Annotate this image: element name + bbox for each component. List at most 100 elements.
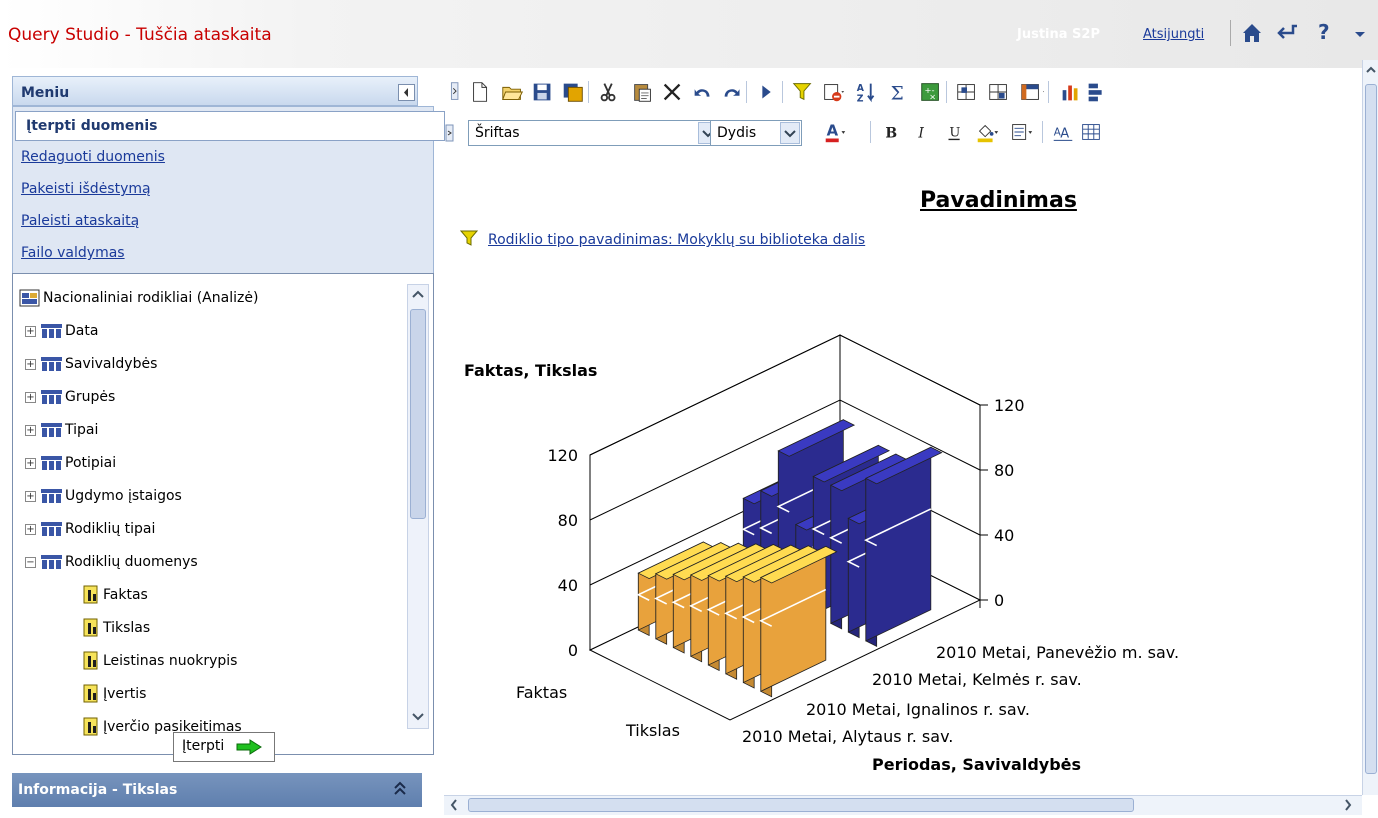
svg-text:U: U <box>949 126 960 141</box>
dimension-icon <box>41 356 62 372</box>
summarize-icon[interactable]: Σ <box>886 78 912 106</box>
left-axis-tick-label: 0 <box>568 641 578 660</box>
suppress-icon[interactable] <box>820 78 846 106</box>
measure-icon <box>83 585 101 605</box>
tree-item-label: Tipai <box>65 422 99 438</box>
expand-icon[interactable]: + <box>25 392 36 403</box>
save-as-icon[interactable] <box>560 78 586 106</box>
grid-icon[interactable] <box>1078 118 1104 146</box>
tree-item-label: Rodiklių duomenys <box>65 554 198 570</box>
underline-icon[interactable]: U <box>942 118 968 146</box>
insert-button[interactable]: Įterpti <box>173 732 275 762</box>
tree-item-label: Grupės <box>65 389 116 405</box>
layout-icon[interactable] <box>1084 78 1110 106</box>
expand-icon[interactable]: + <box>25 359 36 370</box>
dropdown-arrow-icon[interactable] <box>1350 20 1370 46</box>
horizontal-scroll-thumb[interactable] <box>468 798 1134 812</box>
save-icon[interactable] <box>530 78 556 106</box>
double-chevron-up-icon[interactable] <box>392 779 408 799</box>
toolbar-grip-icon <box>450 82 459 100</box>
tree-scroll-thumb[interactable] <box>410 309 426 519</box>
expand-icon[interactable]: + <box>25 524 36 535</box>
expand-icon[interactable]: + <box>25 458 36 469</box>
paste-icon[interactable] <box>630 78 656 106</box>
bold-icon[interactable]: B <box>878 118 904 146</box>
calculate-icon[interactable]: +-× <box>918 78 944 106</box>
app-header: Query Studio - Tuščia ataskaita Justina … <box>0 0 1378 68</box>
vertical-scroll-thumb[interactable] <box>1365 84 1377 774</box>
tree-item-label: Faktas <box>103 587 148 603</box>
report-horizontal-scrollbar[interactable] <box>444 795 1362 815</box>
filter-link[interactable]: Rodiklio tipo pavadinimas: Mokyklų su bi… <box>488 232 865 248</box>
sort-icon[interactable]: AZ <box>854 78 880 106</box>
home-icon[interactable] <box>1240 20 1264 46</box>
info-bar-title: Informacija - Tikslas <box>18 782 178 798</box>
dimension-icon <box>41 323 62 339</box>
menu-heading: Meniu <box>21 85 70 101</box>
chart-title: Faktas, Tikslas <box>464 361 597 380</box>
size-select-arrow[interactable] <box>780 122 800 144</box>
format-toolbar: Šriftas Dydis A B I U AA <box>444 118 1364 148</box>
scroll-left-icon[interactable] <box>444 796 464 814</box>
return-icon[interactable] <box>1276 20 1300 46</box>
filter-icon[interactable] <box>790 78 816 106</box>
ungroup-icon[interactable] <box>986 78 1012 106</box>
logout-link[interactable]: Atsijungti <box>1143 27 1204 42</box>
menu-item-edit-data[interactable]: Redaguoti duomenis <box>21 149 165 165</box>
toolbar-separator <box>782 81 783 103</box>
tree-item-label: Įvertis <box>103 686 147 702</box>
run-icon[interactable] <box>754 78 780 106</box>
new-report-icon[interactable] <box>468 78 494 106</box>
border-style-icon[interactable] <box>1008 118 1034 146</box>
tree-item-label: Potipiai <box>65 455 117 471</box>
scroll-right-icon[interactable] <box>1338 796 1358 814</box>
expand-icon[interactable]: + <box>25 425 36 436</box>
svg-text:?: ? <box>1318 20 1330 44</box>
font-color-icon[interactable]: A <box>822 118 848 146</box>
font-size-select-value: Dydis <box>717 125 757 141</box>
group-icon[interactable] <box>954 78 980 106</box>
measure-icon <box>83 717 101 737</box>
category-label: 2010 Metai, Alytaus r. sav. <box>742 727 953 746</box>
chevron-down-icon <box>784 130 796 138</box>
scroll-up-icon[interactable] <box>1363 60 1378 80</box>
delete-icon[interactable] <box>660 78 686 106</box>
info-bar[interactable]: Informacija - Tikslas <box>12 773 422 807</box>
report-vertical-scrollbar[interactable] <box>1362 60 1378 795</box>
toolbar-separator <box>1042 121 1043 143</box>
menu-item-change-layout[interactable]: Pakeisti išdėstymą <box>21 181 151 197</box>
tree-item-label: Leistinas nuokrypis <box>103 653 238 669</box>
report-area: Pavadinimas Rodiklio tipo pavadinimas: M… <box>444 160 1362 792</box>
tree-item-label: Savivaldybės <box>65 356 158 372</box>
cut-icon[interactable] <box>596 78 622 106</box>
svg-text:I: I <box>917 126 924 142</box>
open-icon[interactable] <box>500 78 526 106</box>
menu-item-run-report[interactable]: Paleisti ataskaitą <box>21 213 139 229</box>
scroll-down-icon[interactable] <box>408 706 428 726</box>
header-divider <box>1230 20 1231 46</box>
undo-icon[interactable] <box>690 78 716 106</box>
menu-item-insert-data[interactable]: Įterpti duomenis <box>15 111 445 141</box>
redo-icon[interactable] <box>720 78 746 106</box>
collapse-icon[interactable]: − <box>25 557 36 568</box>
font-size-select[interactable]: Dydis <box>710 120 802 146</box>
font-select[interactable]: Šriftas <box>468 120 720 146</box>
text-size-icon[interactable]: AA <box>1050 118 1076 146</box>
pivot-icon[interactable] <box>1018 78 1044 106</box>
menu-list: Įterpti duomenis Redaguoti duomenis Pake… <box>12 106 445 274</box>
italic-icon[interactable]: I <box>910 118 936 146</box>
help-icon[interactable]: ? <box>1312 20 1336 46</box>
right-axis-tick-label: 0 <box>994 591 1004 610</box>
chart-icon[interactable] <box>1058 78 1084 106</box>
scroll-up-icon[interactable] <box>408 285 428 305</box>
collapse-menu-button[interactable] <box>398 84 415 101</box>
dimension-icon <box>41 554 62 570</box>
fill-color-icon[interactable] <box>974 118 1000 146</box>
category-label: 2010 Metai, Ignalinos r. sav. <box>806 700 1030 719</box>
expand-icon[interactable]: + <box>25 491 36 502</box>
menu-item-file-management[interactable]: Failo valdymas <box>21 245 125 261</box>
expand-icon[interactable]: + <box>25 326 36 337</box>
tree-scrollbar[interactable] <box>407 284 429 729</box>
report-title[interactable]: Pavadinimas <box>920 188 1077 213</box>
toolbar-separator <box>870 121 871 143</box>
